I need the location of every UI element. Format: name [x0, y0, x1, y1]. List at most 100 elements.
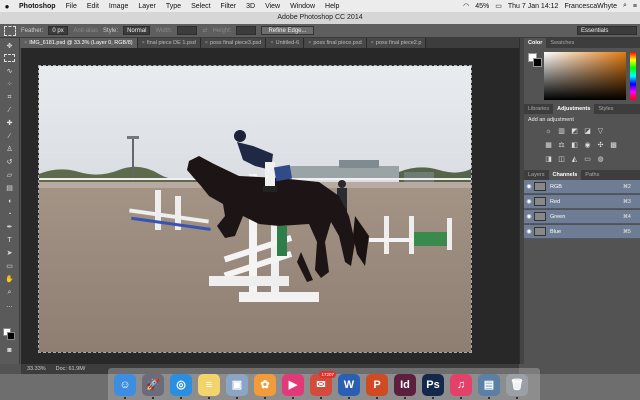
close-icon[interactable]: × — [205, 40, 208, 46]
photoshop-icon[interactable]: Ps — [422, 374, 444, 399]
photos-icon[interactable]: ✿ — [254, 374, 276, 399]
menu-layer[interactable]: Layer — [133, 3, 161, 10]
tab-img-6181[interactable]: × IMG_6181.psd @ 33.3% (Layer 0, RGB/8) — [20, 38, 138, 48]
itunes-remote-icon[interactable]: ▶ — [282, 374, 304, 399]
safari-icon[interactable]: ◎ — [170, 374, 192, 399]
close-icon[interactable]: × — [371, 40, 374, 46]
width-input[interactable] — [177, 26, 198, 35]
visibility-eye-icon[interactable]: ◉ — [524, 198, 534, 205]
notification-icon[interactable]: ≡ — [630, 3, 640, 10]
workspace-select[interactable]: Essentials — [577, 26, 637, 35]
wifi-icon[interactable]: ◠ — [460, 2, 472, 10]
channel-row-rgb[interactable]: ◉ RGB ⌘2 — [524, 180, 640, 194]
background-color-swatch[interactable] — [7, 332, 15, 340]
posterize-icon[interactable]: ◫ — [557, 156, 566, 164]
tab-poss-final-piece2[interactable]: × poss final piece2.p — [366, 38, 427, 48]
tab-paths[interactable]: Paths — [581, 170, 603, 180]
tab-adjustments[interactable]: Adjustments — [553, 104, 595, 114]
apple-menu-icon[interactable]: ● — [0, 2, 14, 11]
menu-file[interactable]: File — [61, 3, 82, 10]
eyedropper-tool-icon[interactable]: ⁄ — [4, 106, 15, 115]
close-icon[interactable]: × — [24, 40, 27, 46]
visibility-eye-icon[interactable]: ◉ — [524, 183, 534, 190]
menu-3d[interactable]: 3D — [241, 3, 260, 10]
quick-mask-icon[interactable]: ◙ — [4, 346, 15, 355]
powerpoint-icon[interactable]: P — [366, 374, 388, 399]
close-icon[interactable]: × — [142, 40, 145, 46]
color-lookup-icon[interactable]: ▩ — [609, 142, 618, 150]
channel-mixer-icon[interactable]: ✣ — [596, 142, 605, 150]
history-brush-tool-icon[interactable]: ↺ — [4, 158, 15, 167]
color-spectrum[interactable] — [544, 52, 626, 100]
brush-tool-icon[interactable]: ∕ — [4, 132, 15, 141]
channel-row-blue[interactable]: ◉ Blue ⌘5 — [524, 225, 640, 239]
height-input[interactable] — [236, 26, 257, 35]
launchpad-icon[interactable]: 🚀 — [142, 374, 164, 399]
black-white-icon[interactable]: ◧ — [570, 142, 579, 150]
type-tool-icon[interactable]: T — [4, 236, 15, 245]
close-icon[interactable]: × — [270, 40, 273, 46]
tab-libraries[interactable]: Libraries — [524, 104, 553, 114]
vibrance-icon[interactable]: ▽ — [596, 128, 605, 136]
marquee-tool-icon[interactable] — [4, 25, 16, 36]
hand-tool-icon[interactable]: ✋ — [4, 275, 15, 284]
healing-tool-icon[interactable]: ✚ — [4, 119, 15, 128]
battery-percent[interactable]: 45% — [472, 3, 492, 10]
threshold-icon[interactable]: ◭ — [570, 156, 579, 164]
anti-alias-checkbox[interactable]: Anti-alias — [73, 28, 98, 34]
gradient-map-icon[interactable]: ▭ — [583, 156, 592, 164]
menu-view[interactable]: View — [260, 3, 285, 10]
pen-tool-icon[interactable]: ✒ — [4, 223, 15, 232]
menu-filter[interactable]: Filter — [216, 3, 242, 10]
close-icon[interactable]: × — [308, 40, 311, 46]
style-select[interactable]: Normal — [123, 26, 151, 35]
menu-app-photoshop[interactable]: Photoshop — [14, 3, 61, 10]
image-canvas[interactable] — [38, 65, 472, 353]
clock[interactable]: Thu 7 Jan 14:12 — [505, 3, 562, 10]
crop-tool-icon[interactable]: ⌗ — [4, 93, 15, 102]
music-icon[interactable]: ♫ — [450, 374, 472, 399]
channel-row-red[interactable]: ◉ Red ⌘3 — [524, 195, 640, 209]
quick-select-tool-icon[interactable]: ⁘ — [4, 80, 15, 89]
shape-tool-icon[interactable]: ▭ — [4, 262, 15, 271]
tab-swatches[interactable]: Swatches — [546, 38, 578, 48]
lasso-tool-icon[interactable]: ∿ — [4, 67, 15, 76]
zoom-tool-icon[interactable]: ⌕ — [4, 288, 15, 297]
eraser-tool-icon[interactable]: ▱ — [4, 171, 15, 180]
tab-channels[interactable]: Channels — [548, 170, 582, 180]
selective-color-icon[interactable]: ◍ — [596, 156, 605, 164]
tab-untitled-6[interactable]: × Untitled-6 — [266, 38, 305, 48]
menu-window[interactable]: Window — [285, 3, 320, 10]
move-tool-icon[interactable]: ✥ — [4, 42, 15, 51]
more-tools-icon[interactable]: … — [4, 301, 15, 310]
notes-icon[interactable]: ≡ — [198, 374, 220, 399]
menu-edit[interactable]: Edit — [82, 3, 104, 10]
battery-icon[interactable]: ▭ — [492, 2, 505, 10]
background-color-swatch[interactable] — [533, 58, 542, 67]
feather-input[interactable]: 0 px — [48, 26, 69, 35]
channel-row-green[interactable]: ◉ Green ⌘4 — [524, 210, 640, 224]
tab-styles[interactable]: Styles — [594, 104, 617, 114]
finder-icon[interactable]: ☺ — [114, 374, 136, 399]
dodge-tool-icon[interactable]: ◔ — [4, 210, 15, 219]
word-icon[interactable]: W — [338, 374, 360, 399]
tab-layers[interactable]: Layers — [524, 170, 549, 180]
menu-image[interactable]: Image — [104, 3, 133, 10]
menu-type[interactable]: Type — [161, 3, 186, 10]
visibility-eye-icon[interactable]: ◉ — [524, 228, 534, 235]
tab-color[interactable]: Color — [524, 38, 547, 48]
levels-icon[interactable]: ▥ — [557, 128, 566, 136]
curves-icon[interactable]: ◩ — [570, 128, 579, 136]
visibility-eye-icon[interactable]: ◉ — [524, 213, 534, 220]
tab-poss-final-piece3[interactable]: × poss final piece3.psd — [200, 38, 267, 48]
brightness-contrast-icon[interactable]: ☼ — [544, 128, 553, 136]
color-balance-icon[interactable]: ⚖ — [557, 142, 566, 150]
photo-filter-icon[interactable]: ◉ — [583, 142, 592, 150]
spotlight-icon[interactable]: ⌕ — [620, 2, 630, 10]
menu-select[interactable]: Select — [186, 3, 215, 10]
trash-icon[interactable]: 🗑 — [506, 374, 528, 399]
indesign-icon[interactable]: Id — [394, 374, 416, 399]
stamp-tool-icon[interactable]: ♙ — [4, 145, 15, 154]
marquee-tool-icon[interactable] — [4, 54, 15, 62]
tab-final-piece-de-1[interactable]: × final piece DE 1.psd — [137, 38, 201, 48]
